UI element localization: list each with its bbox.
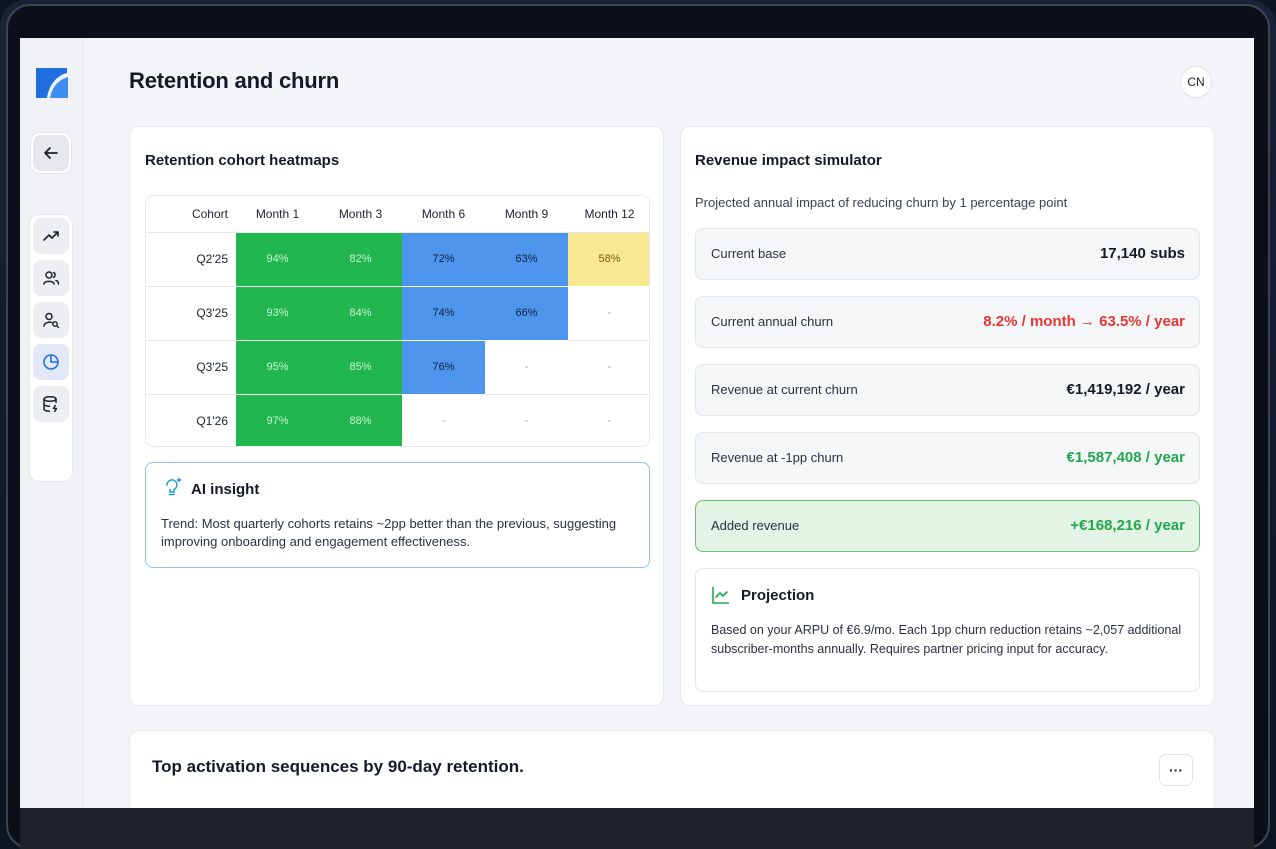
heatmap-cell: 85% <box>319 340 402 395</box>
table-row: Q2'25 94% 82% 72% 63% 58% <box>146 232 649 287</box>
row-value: +€168,216 / year <box>1070 517 1185 534</box>
heatmap-header-row: Cohort Month 1 Month 3 Month 6 Month 9 M… <box>146 196 649 233</box>
brand-logo[interactable] <box>34 65 70 101</box>
sidebar-item-trends[interactable] <box>33 218 69 254</box>
heatmap-cell: 95% <box>236 340 319 395</box>
heatmap-cell: 66% <box>485 286 568 341</box>
cohort-label: Q2'25 <box>146 232 236 287</box>
ai-insight-title: AI insight <box>191 481 260 498</box>
heatmap-cell: 76% <box>402 340 485 395</box>
activation-sequences-title: Top activation sequences by 90-day reten… <box>152 757 524 776</box>
added-revenue-row: Added revenue +€168,216 / year <box>695 500 1200 552</box>
column-header: Month 9 <box>485 196 568 233</box>
heatmap-cell: 84% <box>319 286 402 341</box>
heatmap-table: Cohort Month 1 Month 3 Month 6 Month 9 M… <box>145 195 650 447</box>
trend-icon <box>43 231 59 241</box>
device-chin <box>20 808 1254 849</box>
row-value: 17,140 subs <box>1099 245 1185 262</box>
heatmap-cell: 72% <box>402 232 485 287</box>
device-frame: Retention and churn CN Retention cohort … <box>0 0 1276 849</box>
table-row: Q3'25 93% 84% 74% 66% - <box>146 286 649 341</box>
heatmap-cell: 63% <box>485 232 568 287</box>
simulator-subtitle: Projected annual impact of reducing chur… <box>695 195 1068 210</box>
projection-title: Projection <box>741 587 815 604</box>
sidebar-item-data[interactable] <box>33 386 69 422</box>
column-header: Month 3 <box>319 196 402 233</box>
row-label: Revenue at -1pp churn <box>711 450 844 465</box>
column-header: Month 1 <box>236 196 319 233</box>
heatmap-cell: - <box>568 340 649 395</box>
cohort-label: Q3'25 <box>146 340 236 395</box>
table-row: Q3'25 95% 85% 76% - - <box>146 340 649 395</box>
simulator-title: Revenue impact simulator <box>695 152 882 169</box>
more-options-button[interactable]: ··· <box>1159 754 1193 786</box>
sidebar-item-retention[interactable] <box>33 344 69 380</box>
heatmap-cell: - <box>607 415 612 428</box>
heatmap-cell: - <box>441 415 446 428</box>
cohort-label: Q1'26 <box>196 414 228 429</box>
user-search-icon <box>43 312 60 329</box>
heatmap-cell: 58% <box>568 232 649 287</box>
column-header: Cohort <box>146 196 236 233</box>
cohort-label: Q3'25 <box>146 286 236 341</box>
revenue-reduced-row: Revenue at -1pp churn €1,587,408 / year <box>695 432 1200 484</box>
heatmap-cell: 97% <box>236 394 319 446</box>
activation-sequences-card: Top activation sequences by 90-day reten… <box>129 730 1215 808</box>
row-label: Current annual churn <box>711 314 834 329</box>
projection-text: Based on your ARPU of €6.9/mo. Each 1pp … <box>711 623 1182 656</box>
heatmap-cell: 94% <box>236 232 319 287</box>
ai-insight-panel: AI insight Trend: Most quarterly cohorts… <box>145 462 650 568</box>
heatmap-cell: - <box>568 286 649 341</box>
lightbulb-sparkle-icon <box>166 477 182 496</box>
revenue-simulator-card: Revenue impact simulator Projected annua… <box>680 126 1215 706</box>
table-row: Q1'26 97% 88% - - - <box>146 394 649 446</box>
row-value: 8.2% / month → 63.5% / year <box>983 313 1185 330</box>
arrow-left-icon <box>44 147 58 159</box>
back-button[interactable] <box>33 135 69 171</box>
current-churn-row: Current annual churn 8.2% / month → 63.5… <box>695 296 1200 348</box>
heatmap-card: Retention cohort heatmaps Cohort Month 1… <box>129 126 664 706</box>
heatmap-cell: 88% <box>319 394 402 446</box>
heatmap-cell: - <box>524 415 529 428</box>
current-base-row: Current base 17,140 subs <box>695 228 1200 280</box>
pie-chart-icon <box>43 354 59 370</box>
heatmap-cell: 93% <box>236 286 319 341</box>
back-button-container <box>30 132 72 174</box>
users-icon <box>43 271 60 285</box>
heatmap-title: Retention cohort heatmaps <box>145 152 340 169</box>
heatmap-cell: - <box>485 340 568 395</box>
sidebar-item-users[interactable] <box>33 260 69 296</box>
avatar[interactable]: CN <box>1180 66 1212 98</box>
app-screen: Retention and churn CN Retention cohort … <box>20 38 1254 808</box>
sidebar-item-user-search[interactable] <box>33 302 69 338</box>
database-icon <box>43 395 58 413</box>
column-header: Month 12 <box>568 196 649 233</box>
sidebar <box>20 38 84 808</box>
sidebar-nav <box>29 214 73 482</box>
row-value: €1,419,192 / year <box>1066 381 1185 398</box>
ai-insight-text: Trend: Most quarterly cohorts retains ~2… <box>161 516 617 549</box>
column-header: Month 6 <box>402 196 485 233</box>
row-label: Added revenue <box>711 518 800 533</box>
row-label: Revenue at current churn <box>711 382 858 397</box>
revenue-current-row: Revenue at current churn €1,419,192 / ye… <box>695 364 1200 416</box>
row-label: Current base <box>711 246 787 261</box>
heatmap-cell: 82% <box>319 232 402 287</box>
row-value: €1,587,408 / year <box>1066 449 1185 466</box>
line-chart-icon <box>712 587 729 604</box>
projection-panel: Projection Based on your ARPU of €6.9/mo… <box>695 568 1200 692</box>
page-title: Retention and churn <box>129 68 340 93</box>
heatmap-cell: 74% <box>402 286 485 341</box>
